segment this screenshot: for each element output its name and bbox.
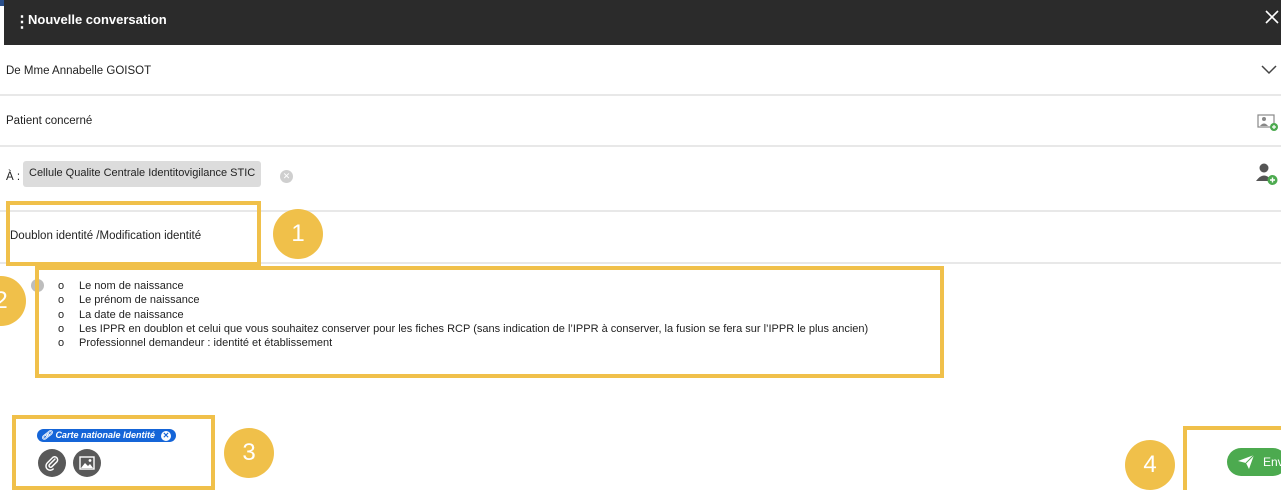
dialog-header: ⋮ Nouvelle conversation [4, 0, 1281, 45]
patient-row[interactable]: Patient concerné [0, 96, 1281, 147]
chevron-down-icon[interactable] [1261, 63, 1277, 75]
from-name: Mme Annabelle GOISOT [23, 65, 152, 77]
from-row[interactable]: De Mme Annabelle GOISOT [0, 45, 1281, 96]
highlight-box-2 [35, 266, 944, 378]
close-icon[interactable] [1263, 8, 1281, 26]
recipient-chip[interactable]: Cellule Qualite Centrale Identitovigilan… [23, 161, 262, 187]
to-label: À : [6, 171, 21, 183]
annotation-badge-3: 3 [224, 428, 274, 478]
highlight-box-4 [1183, 426, 1281, 490]
patient-label: Patient concerné [6, 115, 93, 127]
annotation-badge-4: 4 [1125, 440, 1175, 490]
dialog-title: Nouvelle conversation [28, 12, 167, 27]
annotation-badge-2: 2 [0, 276, 26, 326]
remove-recipient-icon[interactable]: ✕ [280, 170, 293, 183]
annotation-badge-1: 1 [273, 209, 323, 259]
add-patient-icon[interactable] [1257, 113, 1279, 131]
from-field: De Mme Annabelle GOISOT [6, 65, 151, 77]
add-recipient-icon[interactable] [1255, 161, 1279, 187]
highlight-box-1 [6, 201, 261, 266]
from-prefix: De [6, 65, 24, 77]
highlight-box-3 [12, 415, 215, 490]
